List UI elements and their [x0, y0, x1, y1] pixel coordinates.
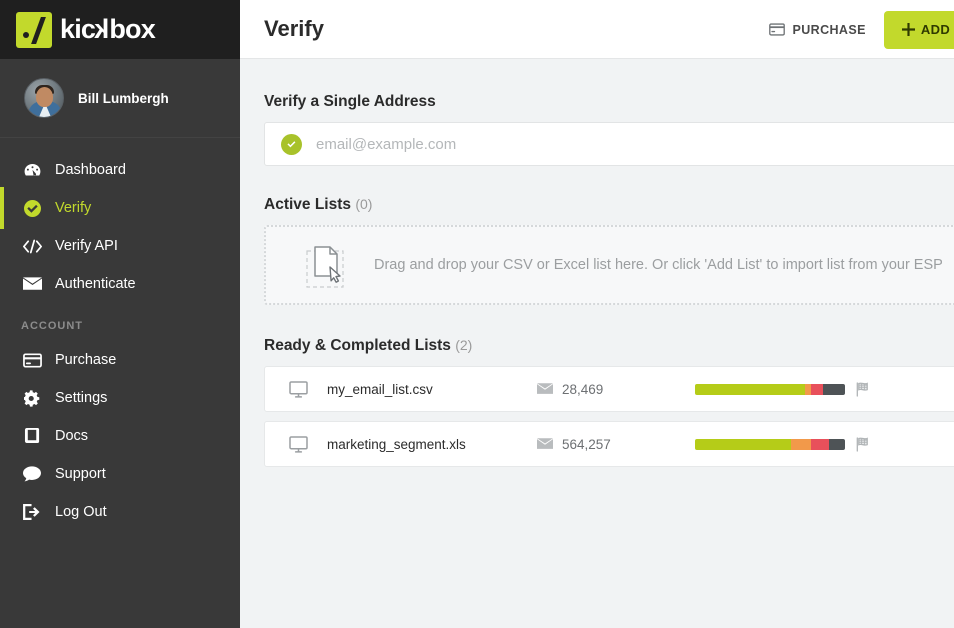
chat-bubble-icon	[21, 466, 43, 482]
page-header: Verify PURCHASE	[240, 0, 954, 59]
sidebar-item-log-out[interactable]: Log Out	[0, 494, 240, 530]
sidebar-item-settings[interactable]: Settings	[0, 380, 240, 416]
active-lists-title-text: Active Lists	[264, 196, 351, 213]
logout-icon	[21, 504, 43, 520]
sidebar-item-label: Docs	[55, 428, 88, 444]
sidebar-item-label: Verify	[55, 200, 91, 216]
sidebar: kickbox Bill Lumbergh Dashboard	[0, 0, 240, 628]
envelope-icon	[537, 383, 553, 395]
sidebar-nav: Dashboard Verify Verify API	[0, 138, 240, 530]
kickbox-logo-icon	[16, 12, 52, 48]
email-count: 564,257	[537, 437, 687, 452]
single-address-title: Verify a Single Address	[264, 93, 954, 111]
results-bar	[695, 384, 845, 395]
envelope-icon	[537, 438, 553, 450]
credit-card-icon	[21, 353, 43, 368]
bar-segment-unknown	[829, 439, 846, 450]
sidebar-item-label: Log Out	[55, 504, 107, 520]
bar-segment-deliverable	[695, 384, 805, 395]
kickbox-verify-app: kickbox Bill Lumbergh Dashboard	[0, 0, 954, 628]
csv-dropzone[interactable]: Drag and drop your CSV or Excel list her…	[264, 225, 954, 305]
dropzone-text: Drag and drop your CSV or Excel list her…	[374, 257, 943, 273]
sidebar-item-purchase[interactable]: Purchase	[0, 342, 240, 378]
file-cursor-icon	[306, 242, 352, 288]
purchase-button-label: PURCHASE	[792, 23, 865, 37]
book-icon	[21, 428, 43, 444]
active-lists-count: (0)	[355, 196, 372, 212]
ready-lists-title-text: Ready & Completed Lists	[264, 337, 451, 354]
list-name: my_email_list.csv	[327, 382, 537, 397]
bar-segment-undeliverable	[811, 384, 823, 395]
main-content: Verify PURCHASE	[240, 0, 954, 628]
sidebar-item-label: Dashboard	[55, 162, 126, 178]
flag-icon	[856, 437, 870, 452]
brand-name-part1: kic	[60, 14, 95, 44]
sidebar-item-authenticate[interactable]: Authenticate	[0, 266, 240, 302]
user-profile[interactable]: Bill Lumbergh	[0, 59, 240, 138]
sidebar-item-verify-api[interactable]: Verify API	[0, 228, 240, 264]
bar-segment-undeliverable	[811, 439, 829, 450]
sidebar-item-label: Purchase	[55, 352, 116, 368]
page-title: Verify	[264, 16, 324, 42]
table-row[interactable]: my_email_list.csv 28,469	[264, 366, 954, 412]
check-circle-icon	[21, 200, 43, 217]
sidebar-item-dashboard[interactable]: Dashboard	[0, 152, 240, 188]
ready-lists-count: (2)	[455, 337, 472, 353]
sidebar-section-account: ACCOUNT	[0, 320, 240, 332]
single-address-field-wrap[interactable]	[264, 122, 954, 166]
check-circle-icon	[281, 134, 302, 155]
bar-segment-risky	[791, 439, 811, 450]
dashboard-icon	[21, 163, 43, 178]
code-icon	[21, 239, 43, 254]
sidebar-item-docs[interactable]: Docs	[0, 418, 240, 454]
add-list-button[interactable]: ADD LIST	[884, 11, 954, 49]
sidebar-item-label: Authenticate	[55, 276, 136, 292]
gear-icon	[21, 390, 43, 407]
brand-name-part2: box	[109, 14, 155, 44]
table-row[interactable]: marketing_segment.xls 564,257	[264, 421, 954, 467]
envelope-icon	[21, 277, 43, 291]
bar-segment-unknown	[823, 384, 846, 395]
brand-name-reversed-k: k	[95, 16, 109, 43]
plus-icon	[902, 23, 915, 36]
add-list-button-label: ADD LIST	[921, 22, 954, 37]
ready-lists-table: my_email_list.csv 28,469 marketing_segment…	[264, 366, 954, 467]
avatar	[24, 78, 64, 118]
email-input[interactable]	[316, 136, 916, 153]
email-count: 28,469	[537, 382, 687, 397]
credit-card-icon	[769, 23, 785, 36]
monitor-icon	[289, 381, 309, 398]
bar-segment-deliverable	[695, 439, 791, 450]
active-lists-title: Active Lists (0)	[264, 196, 954, 214]
ready-lists-title: Ready & Completed Lists (2)	[264, 337, 954, 355]
email-count-value: 564,257	[562, 437, 611, 452]
monitor-icon	[289, 436, 309, 453]
brand-wordmark: kickbox	[60, 16, 155, 43]
flag-icon	[856, 382, 870, 397]
list-name: marketing_segment.xls	[327, 437, 537, 452]
nav-spacer	[0, 304, 240, 320]
sidebar-item-support[interactable]: Support	[0, 456, 240, 492]
purchase-button[interactable]: PURCHASE	[769, 23, 865, 37]
sidebar-item-label: Verify API	[55, 238, 118, 254]
verify-content: Verify a Single Address Active Lists (0)	[240, 59, 954, 467]
sidebar-item-label: Support	[55, 466, 106, 482]
email-count-value: 28,469	[562, 382, 603, 397]
brand-logo[interactable]: kickbox	[0, 0, 240, 59]
user-name: Bill Lumbergh	[78, 91, 169, 106]
sidebar-item-verify[interactable]: Verify	[0, 190, 240, 226]
header-actions: PURCHASE ADD LIST	[769, 0, 954, 59]
sidebar-item-label: Settings	[55, 390, 107, 406]
results-bar	[695, 439, 845, 450]
